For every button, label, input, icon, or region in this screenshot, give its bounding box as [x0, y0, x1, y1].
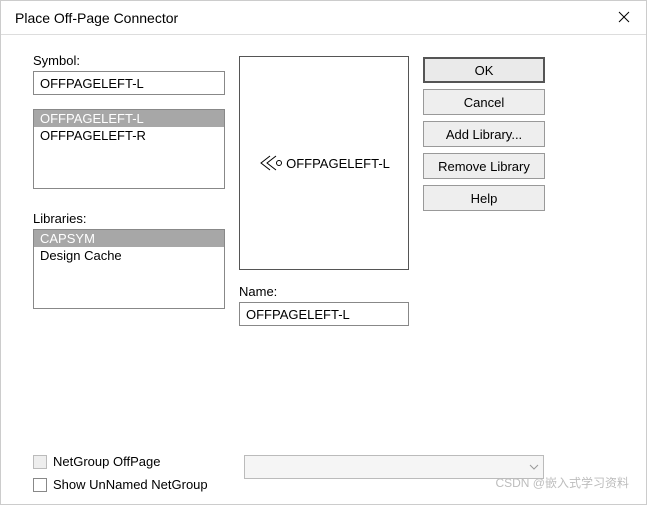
titlebar: Place Off-Page Connector [1, 1, 646, 35]
libraries-label: Libraries: [33, 211, 225, 226]
name-label: Name: [239, 284, 409, 299]
ok-button[interactable]: OK [423, 57, 545, 83]
chevron-down-icon [529, 462, 539, 473]
netgroup-offpage-checkbox-row: NetGroup OffPage [33, 454, 208, 469]
list-item[interactable]: Design Cache [34, 247, 224, 264]
symbol-listbox[interactable]: OFFPAGELEFT-L OFFPAGELEFT-R [33, 109, 225, 189]
list-item[interactable]: OFFPAGELEFT-R [34, 127, 224, 144]
middle-column: OFFPAGELEFT-L Name: [239, 53, 409, 436]
add-library-button[interactable]: Add Library... [423, 121, 545, 147]
list-item[interactable]: CAPSYM [34, 230, 224, 247]
libraries-listbox[interactable]: CAPSYM Design Cache [33, 229, 225, 309]
close-button[interactable] [602, 1, 646, 35]
left-column: Symbol: OFFPAGELEFT-L OFFPAGELEFT-R Libr… [33, 53, 225, 436]
show-unnamed-label: Show UnNamed NetGroup [53, 477, 208, 492]
cancel-button[interactable]: Cancel [423, 89, 545, 115]
symbol-label: Symbol: [33, 53, 225, 68]
symbol-input[interactable] [33, 71, 225, 95]
checkbox-column: NetGroup OffPage Show UnNamed NetGroup [33, 454, 208, 492]
offpage-left-icon: OFFPAGELEFT-L [258, 154, 390, 172]
list-item[interactable]: OFFPAGELEFT-L [34, 110, 224, 127]
help-button[interactable]: Help [423, 185, 545, 211]
dialog-title: Place Off-Page Connector [15, 10, 178, 26]
name-input[interactable] [239, 302, 409, 326]
right-column: OK Cancel Add Library... Remove Library … [423, 53, 545, 436]
netgroup-offpage-label: NetGroup OffPage [53, 454, 160, 469]
show-unnamed-checkbox-row[interactable]: Show UnNamed NetGroup [33, 477, 208, 492]
preview-symbol-name: OFFPAGELEFT-L [286, 156, 390, 171]
symbol-preview: OFFPAGELEFT-L [239, 56, 409, 270]
dialog-body: Symbol: OFFPAGELEFT-L OFFPAGELEFT-R Libr… [1, 35, 646, 446]
show-unnamed-checkbox[interactable] [33, 478, 47, 492]
remove-library-button[interactable]: Remove Library [423, 153, 545, 179]
netgroup-offpage-checkbox [33, 455, 47, 469]
place-offpage-connector-dialog: Place Off-Page Connector Symbol: OFFPAGE… [0, 0, 647, 505]
watermark: CSDN @嵌入式学习资料 [495, 474, 629, 491]
close-icon [618, 10, 630, 26]
